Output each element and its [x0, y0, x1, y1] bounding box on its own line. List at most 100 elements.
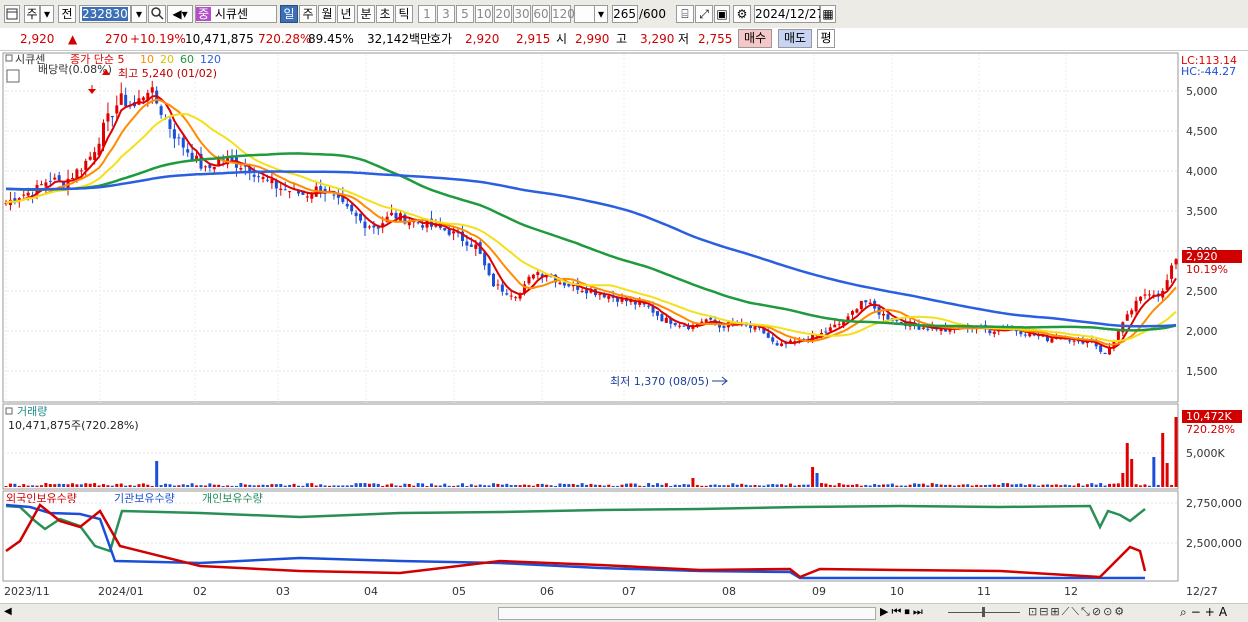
- minute-option-60[interactable]: 60: [532, 5, 550, 23]
- candle-body: [531, 274, 535, 279]
- volume-bar: [372, 483, 376, 487]
- volume-bar: [1037, 485, 1041, 487]
- candle-body: [425, 220, 429, 228]
- tab-interval-month[interactable]: 월: [318, 5, 336, 23]
- volume-bar: [133, 485, 137, 487]
- volume-bar: [1041, 484, 1045, 487]
- volume-bar: [558, 483, 562, 487]
- volume-bar: [407, 484, 411, 487]
- minute-option-5[interactable]: 5: [456, 5, 474, 23]
- minute-option-30[interactable]: 30: [513, 5, 531, 23]
- drawing-tool-icons[interactable]: ⊡⊟⊞⟋⟍⤡⊘⊙⚙: [1028, 605, 1126, 619]
- evaluate-button[interactable]: 평: [817, 29, 835, 48]
- candle-body: [390, 212, 394, 216]
- volume-bar: [345, 485, 349, 487]
- candle-body: [84, 160, 88, 170]
- volume-bar: [930, 483, 934, 487]
- volume-bar: [567, 484, 571, 487]
- candle-body: [1023, 334, 1027, 336]
- volume-bar: [1050, 484, 1054, 487]
- minute-option-3[interactable]: 3: [437, 5, 455, 23]
- tab-interval-second[interactable]: 초: [376, 5, 394, 23]
- chart-type-icon[interactable]: ⌸: [676, 5, 694, 23]
- candle-body: [678, 325, 682, 327]
- volume-bar: [718, 485, 722, 487]
- speaker-icon[interactable]: ◀▾: [167, 5, 193, 23]
- volume-bar: [713, 484, 717, 487]
- tab-interval-year[interactable]: 년: [337, 5, 355, 23]
- stock-name: 시큐센: [214, 7, 248, 21]
- tab-interval-tick[interactable]: 틱: [395, 5, 413, 23]
- volume-bar: [824, 483, 828, 487]
- volume-bar: [531, 485, 535, 487]
- volume-bar: [88, 483, 92, 487]
- volume-bar: [119, 483, 123, 487]
- volume-bar: [226, 485, 230, 487]
- volume-bar: [762, 485, 766, 487]
- volume-bar: [367, 483, 371, 487]
- candle-body: [332, 194, 336, 196]
- volume-panel: [2, 403, 1179, 490]
- chart-canvas[interactable]: 5,0004,5004,0003,5003,0002,5002,0001,500…: [0, 51, 1248, 603]
- search-icon[interactable]: [148, 5, 166, 23]
- volume-bar: [616, 485, 620, 487]
- window-icon[interactable]: [4, 5, 20, 23]
- bar-count-input[interactable]: 265: [612, 5, 638, 23]
- volume-bar: [44, 483, 48, 487]
- candle-body: [124, 94, 128, 107]
- volume-bar: [828, 484, 832, 487]
- buy-button[interactable]: 매수: [738, 29, 772, 48]
- holdings-tick-2: 2,500,000: [1186, 537, 1242, 550]
- dividend-annotation: 배당락(0.08%): [38, 63, 112, 76]
- candle-body: [252, 174, 256, 177]
- candle-body: [257, 176, 261, 178]
- tab-interval-day[interactable]: 일: [280, 5, 298, 23]
- date-input[interactable]: 2024/12/27: [754, 5, 824, 23]
- candle-body: [305, 196, 309, 198]
- date-tick-label: 07: [622, 585, 636, 598]
- settings-gear-icon[interactable]: ⚙: [733, 5, 751, 23]
- minute-option-1[interactable]: 1: [418, 5, 436, 23]
- zoom-icons[interactable]: ⌕−+A: [1180, 605, 1231, 620]
- candle-body: [106, 113, 110, 122]
- sell-button[interactable]: 매도: [778, 29, 812, 48]
- volume-bar: [270, 484, 274, 487]
- volume-bar: [93, 483, 97, 487]
- volume-bar: [385, 484, 389, 487]
- volume-value: 10,471,875: [185, 32, 254, 46]
- trend-line-icon[interactable]: ⤢: [695, 5, 713, 23]
- stock-code-dropdown-icon[interactable]: ▾: [131, 5, 147, 23]
- candle-body: [141, 97, 145, 101]
- stock-code-field[interactable]: 232830: [79, 5, 131, 23]
- volume-bar: [336, 485, 340, 487]
- chart-area[interactable]: 5,0004,5004,0003,5003,0002,5002,0001,500…: [0, 51, 1248, 603]
- volume-bar: [137, 484, 141, 487]
- tab-interval-week[interactable]: 주: [299, 5, 317, 23]
- minute-option-20[interactable]: 20: [494, 5, 512, 23]
- volume-bar: [811, 467, 815, 487]
- minute-option-120[interactable]: 120: [551, 5, 575, 23]
- candle-body: [1099, 345, 1103, 352]
- date-tick-label: 05: [452, 585, 466, 598]
- zoom-slider-handle[interactable]: [982, 607, 985, 617]
- price-tick-label: 5,000: [1186, 85, 1218, 98]
- period-dropdown-icon[interactable]: ▾: [40, 5, 54, 23]
- volume-bar: [788, 483, 792, 487]
- scroll-left-icon[interactable]: ◀: [4, 606, 14, 619]
- volume-bar: [983, 484, 987, 487]
- prev-button[interactable]: 전: [58, 5, 76, 23]
- volume-bar: [611, 485, 615, 487]
- minute-custom-dropdown-icon[interactable]: ▾: [594, 5, 608, 23]
- navigation-icons[interactable]: ▶⏮⏹⏭: [880, 605, 926, 619]
- scroll-thumb[interactable]: [498, 607, 876, 620]
- period-tab[interactable]: 주: [24, 5, 40, 23]
- stock-name-field[interactable]: 중 시큐센: [195, 5, 277, 23]
- save-icon[interactable]: ▣: [714, 5, 730, 23]
- trade-amount: 32,142백만: [367, 32, 432, 46]
- table-view-icon[interactable]: [6, 69, 20, 83]
- calendar-icon[interactable]: ▦: [820, 5, 836, 23]
- minute-option-10[interactable]: 10: [475, 5, 493, 23]
- volume-bar: [234, 485, 238, 487]
- volume-bar: [655, 483, 659, 487]
- tab-interval-minute[interactable]: 분: [357, 5, 375, 23]
